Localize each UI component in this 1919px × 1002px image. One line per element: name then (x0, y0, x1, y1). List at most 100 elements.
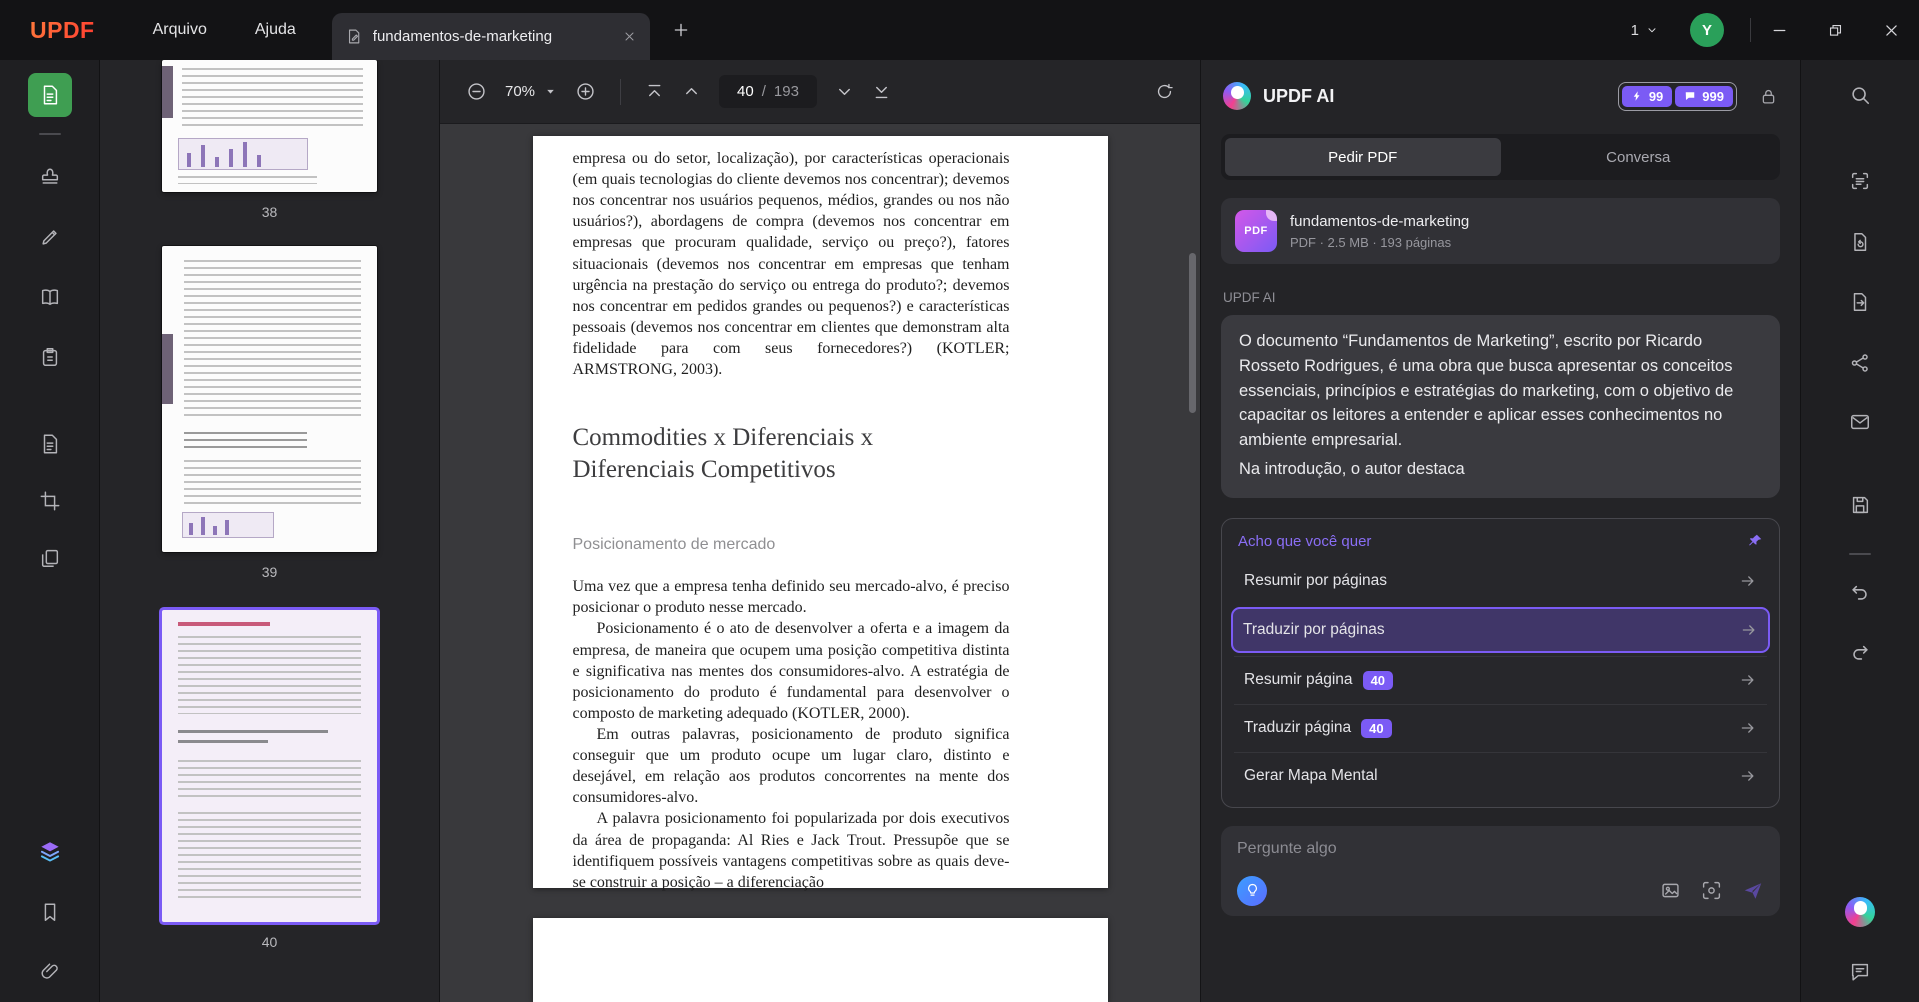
thumbnail-caption (178, 176, 317, 184)
window-count: 1 (1631, 22, 1639, 39)
search-icon[interactable] (1838, 73, 1882, 117)
ai-credit-badge: 99 (1622, 86, 1672, 107)
page-viewer[interactable]: empresa ou do setor, localização), por c… (440, 124, 1200, 1002)
chat-credit-badge: 999 (1675, 86, 1733, 107)
page-paragraph: Posicionamento é o ato de desenvolver a … (573, 618, 1010, 724)
crop-tool-icon[interactable] (28, 479, 72, 523)
page-indicator[interactable]: 40 / 193 (719, 75, 817, 108)
arrow-right-icon (1739, 767, 1757, 785)
ocr-icon[interactable] (1838, 159, 1882, 203)
page-paragraph: Em outras palavras, posicionamento de pr… (573, 724, 1010, 808)
undo-icon[interactable] (1838, 571, 1882, 615)
suggestion-resumir-por-paginas[interactable]: Resumir por páginas (1234, 558, 1767, 604)
rotate-page-icon[interactable] (1155, 82, 1174, 101)
suggestion-gerar-mapa-mental[interactable]: Gerar Mapa Mental (1234, 752, 1767, 799)
idea-prompt-icon[interactable] (1237, 876, 1267, 906)
thumbnail-panel: 38 39 40 (100, 60, 440, 1002)
updf-ai-logo-icon (1845, 897, 1875, 927)
edit-pdf-icon[interactable] (28, 215, 72, 259)
previous-page-icon[interactable] (682, 82, 701, 101)
caret-down-icon (544, 85, 557, 98)
file-name: fundamentos-de-marketing (1290, 213, 1469, 230)
current-page: 40 (737, 83, 754, 100)
ask-input-card (1221, 826, 1780, 916)
close-button[interactable] (1863, 0, 1919, 60)
form-tool-icon[interactable] (28, 335, 72, 379)
tab-close-icon[interactable] (623, 30, 636, 43)
lock-icon[interactable] (1759, 87, 1778, 106)
thumbnail-content (178, 760, 361, 800)
app-menu: Arquivo Ajuda (153, 21, 296, 39)
page-thumbnail-38[interactable] (162, 60, 377, 192)
copy-pages-icon[interactable] (28, 536, 72, 580)
thumbnail-chart (178, 138, 308, 170)
page-thumbnail-39[interactable] (162, 246, 377, 552)
stamp-tool-icon[interactable] (28, 155, 72, 199)
page-document-icon[interactable] (28, 422, 72, 466)
page-thumbnail-40-selected[interactable] (162, 610, 377, 922)
file-card[interactable]: PDF fundamentos-de-marketing PDF · 2.5 M… (1221, 198, 1780, 264)
attach-image-icon[interactable] (1660, 880, 1681, 901)
document-tab[interactable]: fundamentos-de-marketing (332, 13, 650, 60)
file-meta: PDF · 2.5 MB · 193 páginas (1290, 235, 1469, 250)
ai-message-bubble: O documento “Fundamentos de Marketing”, … (1221, 315, 1780, 498)
new-tab-button[interactable] (672, 21, 690, 39)
bookmark-icon[interactable] (28, 890, 72, 934)
document-edit-icon (346, 28, 363, 45)
suggestion-resumir-pagina[interactable]: Resumir página 40 (1234, 656, 1767, 704)
document-view: 70% 40 / 193 empresa ou do setor, l (440, 60, 1200, 1002)
zoom-level-dropdown[interactable]: 70% (505, 83, 557, 100)
next-page-icon[interactable] (835, 82, 854, 101)
mail-icon[interactable] (1838, 400, 1882, 444)
user-avatar[interactable]: Y (1690, 13, 1724, 47)
ai-credits[interactable]: 99 999 (1618, 82, 1737, 111)
page-heading: Commodities x Diferenciais x Diferenciai… (573, 422, 993, 486)
viewer-scrollbar[interactable] (1189, 132, 1196, 994)
zoom-level: 70% (505, 83, 535, 100)
right-tool-rail (1800, 60, 1919, 1002)
redo-icon[interactable] (1838, 631, 1882, 675)
updf-logo: UPDF (30, 17, 95, 44)
convert-icon[interactable] (1838, 220, 1882, 264)
first-page-icon[interactable] (645, 82, 664, 101)
share-icon[interactable] (1838, 341, 1882, 385)
minimize-button[interactable] (1751, 0, 1807, 60)
organize-pages-icon[interactable] (28, 830, 72, 874)
menu-ajuda[interactable]: Ajuda (255, 21, 296, 39)
last-page-icon[interactable] (872, 82, 891, 101)
attachment-icon[interactable] (28, 950, 72, 994)
reader-mode-icon[interactable] (28, 73, 72, 117)
menu-arquivo[interactable]: Arquivo (153, 21, 207, 39)
send-icon[interactable] (1742, 880, 1764, 902)
arrow-right-icon (1740, 621, 1758, 639)
zoom-in-icon[interactable] (575, 81, 596, 102)
restore-button[interactable] (1807, 0, 1863, 60)
page-subheading: Posicionamento de mercado (573, 536, 1010, 554)
screenshot-icon[interactable] (1701, 880, 1722, 901)
scrollbar-thumb[interactable] (1189, 253, 1196, 413)
arrow-right-icon (1739, 572, 1757, 590)
tab-title: fundamentos-de-marketing (373, 28, 613, 45)
thumbnail-heading (178, 622, 270, 626)
thumbnail-content (178, 812, 361, 900)
chat-icon (1684, 90, 1696, 102)
updf-ai-icon[interactable] (1838, 890, 1882, 934)
save-icon[interactable] (1838, 483, 1882, 527)
read-book-icon[interactable] (28, 275, 72, 319)
page-paragraph: Uma vez que a empresa tenha definido seu… (573, 576, 1010, 618)
suggestion-traduzir-por-paginas[interactable]: Traduzir por páginas (1231, 607, 1770, 653)
zoom-out-icon[interactable] (466, 81, 487, 102)
ask-input[interactable] (1237, 840, 1764, 858)
title-bar: UPDF Arquivo Ajuda fundamentos-de-market… (0, 0, 1919, 60)
comment-icon[interactable] (1838, 950, 1882, 994)
lightning-icon (1631, 90, 1643, 102)
rail-divider (1849, 553, 1871, 555)
view-toolbar: 70% 40 / 193 (440, 60, 1200, 124)
window-count-dropdown[interactable]: 1 (1631, 22, 1658, 39)
export-pages-icon[interactable] (1838, 280, 1882, 324)
tab-pedir-pdf[interactable]: Pedir PDF (1225, 138, 1501, 176)
tab-conversa[interactable]: Conversa (1501, 138, 1777, 176)
pin-icon[interactable] (1747, 533, 1763, 549)
pdf-file-icon: PDF (1235, 210, 1277, 252)
suggestion-traduzir-pagina[interactable]: Traduzir página 40 (1234, 704, 1767, 752)
